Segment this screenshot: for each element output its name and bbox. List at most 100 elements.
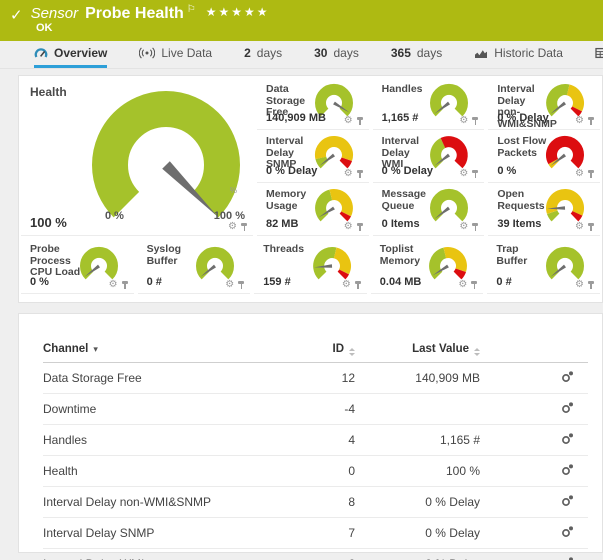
tab-overview[interactable]: Overview (34, 41, 107, 68)
pin-icon[interactable] (354, 281, 362, 290)
channel-last-value: 0 % Delay (355, 517, 480, 548)
gear-icon[interactable]: ⚙ (228, 222, 237, 232)
health-gauge: 0 % 100 % % (91, 90, 241, 240)
gauge-title: Message Queue (382, 189, 433, 212)
column-header-actions (480, 338, 588, 362)
tab-label: days (333, 46, 358, 60)
pin-icon[interactable] (356, 117, 364, 126)
gauge-title: Open Requests (497, 189, 548, 212)
gear-icon[interactable]: ⚙ (342, 280, 351, 290)
table-row-data-storage-free[interactable]: Data Storage Free12140,909 MB (43, 362, 588, 393)
gauge-cell-probe-process-cpu-load: Probe Process CPU Load0 %⚙ (21, 236, 134, 294)
historic-chart-icon (474, 47, 488, 59)
channel-id: 12 (315, 362, 355, 393)
pin-icon[interactable] (470, 281, 478, 290)
gauge-title: Handles (382, 84, 433, 96)
gear-icon[interactable]: ⚙ (575, 169, 584, 179)
gauge-icon (34, 46, 48, 59)
pin-icon[interactable] (237, 281, 245, 290)
gauge-cell-open-requests: Open Requests 39 Items ⚙ (488, 183, 600, 236)
channel-name: Interval Delay WMI (43, 548, 315, 560)
tab-2-days[interactable]: 2days (244, 41, 282, 68)
tab-log[interactable]: Log (595, 41, 603, 68)
gauge-cell-trap-buffer: Trap Buffer0 #⚙ (487, 236, 600, 294)
tab-365-days[interactable]: 365days (391, 41, 442, 68)
channel-name: Interval Delay non-WMI&SNMP (43, 486, 315, 517)
channel-name: Interval Delay SNMP (43, 517, 315, 548)
gauge-value: 0 # (496, 276, 511, 288)
gauge-title: Lost Flow Packets (497, 136, 548, 159)
gear-icon[interactable]: ⚙ (459, 116, 468, 126)
gauge-value: 0 Items (382, 218, 420, 230)
channel-settings-icon[interactable] (561, 556, 574, 560)
tab-30-days[interactable]: 30days (314, 41, 359, 68)
column-header-last-value[interactable]: Last Value (355, 338, 480, 362)
gauge-value: 82 MB (266, 218, 298, 230)
pin-icon[interactable] (587, 170, 595, 179)
column-header-channel[interactable]: Channel▾ (43, 338, 315, 362)
gear-icon[interactable]: ⚙ (458, 280, 467, 290)
channel-settings-icon[interactable] (561, 525, 574, 541)
sensor-kind-label: Sensor (31, 5, 79, 22)
channel-settings-icon[interactable] (561, 494, 574, 510)
pin-icon[interactable] (587, 223, 595, 232)
pin-icon[interactable] (356, 223, 364, 232)
gear-icon[interactable]: ⚙ (344, 116, 353, 126)
gear-icon[interactable]: ⚙ (225, 280, 234, 290)
priority-stars[interactable]: ★★★★★ (206, 5, 270, 19)
gauge-value: 100 % (30, 215, 67, 230)
tab-historic-data[interactable]: Historic Data (474, 41, 563, 68)
channels-table: Channel▾ ID Last Value Data Storage Free… (43, 338, 588, 560)
pin-icon[interactable] (356, 170, 364, 179)
column-header-id[interactable]: ID (315, 338, 355, 362)
gear-icon[interactable]: ⚙ (344, 222, 353, 232)
pin-icon[interactable] (587, 281, 595, 290)
gear-icon[interactable]: ⚙ (575, 280, 584, 290)
page-title: Probe Health (85, 5, 184, 23)
gauge-title: Toplist Memory (380, 244, 432, 267)
gear-icon[interactable]: ⚙ (344, 169, 353, 179)
channels-panel: Channel▾ ID Last Value Data Storage Free… (18, 313, 603, 553)
table-row-handles[interactable]: Handles41,165 # (43, 424, 588, 455)
gauge-value: 0.04 MB (380, 276, 422, 288)
channel-settings-icon[interactable] (561, 432, 574, 448)
channel-id: 8 (315, 486, 355, 517)
tab-live-data[interactable]: Live Data (139, 41, 212, 68)
channel-settings-icon[interactable] (561, 370, 574, 386)
channel-last-value: 0 % Delay (355, 548, 480, 560)
tab-bar: OverviewLive Data2days30days365daysHisto… (0, 41, 603, 69)
channel-last-value (355, 393, 480, 424)
channel-settings-icon[interactable] (561, 401, 574, 417)
channel-last-value: 100 % (355, 455, 480, 486)
gauge-title: Syslog Buffer (147, 244, 199, 267)
table-row-interval-delay-non-wmi-snmp[interactable]: Interval Delay non-WMI&SNMP80 % Delay (43, 486, 588, 517)
gear-icon[interactable]: ⚙ (575, 222, 584, 232)
gauge-cell-message-queue: Message Queue 0 Items ⚙ (373, 183, 485, 236)
pin-icon[interactable] (471, 223, 479, 232)
pin-icon[interactable] (121, 281, 129, 290)
table-row-interval-delay-wmi[interactable]: Interval Delay WMI60 % Delay (43, 548, 588, 560)
pin-icon[interactable] (471, 170, 479, 179)
gauge-value: 39 Items (497, 218, 541, 230)
pin-icon[interactable] (587, 117, 595, 126)
gear-icon[interactable]: ⚙ (459, 222, 468, 232)
flag-icon[interactable]: ⚐ (187, 4, 196, 15)
gauge-value: 0 # (147, 276, 162, 288)
tab-label: days (257, 46, 282, 60)
gear-icon[interactable]: ⚙ (575, 116, 584, 126)
gauge-unit-label: % (230, 186, 237, 195)
pin-icon[interactable] (240, 223, 248, 232)
tab-label: Historic Data (494, 46, 563, 60)
gear-icon[interactable]: ⚙ (459, 169, 468, 179)
channel-name: Downtime (43, 393, 315, 424)
table-row-health[interactable]: Health0100 % (43, 455, 588, 486)
gauge-value: 0 % Delay (497, 112, 548, 124)
gear-icon[interactable]: ⚙ (109, 280, 118, 290)
table-row-downtime[interactable]: Downtime-4 (43, 393, 588, 424)
log-icon (595, 47, 603, 59)
sort-toggle-icon (474, 348, 480, 356)
channel-settings-icon[interactable] (561, 463, 574, 479)
table-row-interval-delay-snmp[interactable]: Interval Delay SNMP70 % Delay (43, 517, 588, 548)
pin-icon[interactable] (471, 117, 479, 126)
tab-number: 365 (391, 46, 411, 60)
